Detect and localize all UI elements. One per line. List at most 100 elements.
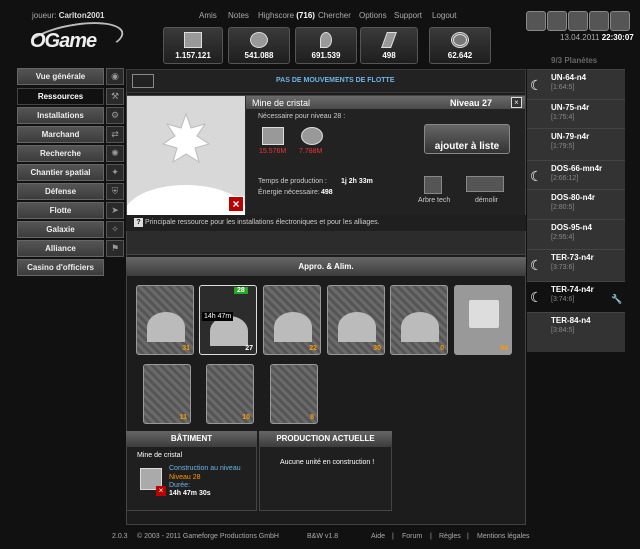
sidebar-item-fleet[interactable]: Flotte (17, 202, 104, 219)
footer-link-forum[interactable]: Forum (402, 533, 422, 540)
demolish-icon[interactable] (466, 176, 504, 192)
planet-coords: [3:74:6] (551, 296, 575, 303)
footer-copyright: © 2003 - 2011 Gameforge Productions GmbH (137, 533, 279, 540)
help-icon[interactable]: ? (134, 218, 143, 227)
production-empty: Aucune unité en construction ! (280, 459, 375, 466)
footer-link-legal[interactable]: Mentions légales (477, 533, 530, 540)
resource-energy[interactable]: 498 (360, 27, 418, 64)
energy-value: 498 (321, 189, 333, 196)
planet-name: UN-75-n4r (551, 103, 590, 112)
darkmatter-value: 62.642 (447, 51, 473, 60)
alliance-icon[interactable]: ⚑ (106, 240, 124, 257)
galaxy-icon[interactable]: ✧ (106, 221, 124, 238)
crystal-value: 541.088 (244, 51, 274, 60)
link-notes[interactable]: Notes (228, 11, 249, 20)
geologist-icon[interactable] (589, 11, 609, 31)
storage-tile-crystal[interactable]: 10 (206, 364, 254, 424)
storage-level: 11 (179, 414, 187, 421)
sidebar-item-facilities[interactable]: Installations (17, 107, 104, 124)
link-search[interactable]: Chercher (318, 11, 351, 20)
add-to-list-button[interactable]: ajouter à liste (424, 124, 510, 154)
metal-cost: 15.576M (259, 148, 287, 155)
research-icon[interactable]: ✺ (106, 145, 124, 162)
resource-metal[interactable]: 1.157.121 (163, 27, 223, 64)
building-tile-deuterium[interactable]: 22 (263, 285, 321, 355)
link-support[interactable]: Support (394, 11, 422, 20)
planet-name: DOS-80-n4r (551, 193, 596, 202)
resource-crystal[interactable]: 541.088 (228, 27, 290, 64)
building-level: 94 (500, 345, 508, 352)
building-tile-solar-satellite[interactable]: 94 (454, 285, 512, 355)
planet-item[interactable]: TER-84-n4 [3:84:5] (527, 312, 625, 352)
building-tile-solar-plant[interactable]: 30 (327, 285, 385, 355)
defense-icon[interactable]: ⛨ (106, 183, 124, 200)
player-name: Carlton2001 (58, 11, 105, 20)
sidebar-item-casino[interactable]: Casino d'officiers (17, 259, 104, 276)
sidebar-item-overview[interactable]: Vue générale (17, 68, 104, 85)
highscore-rank: (716) (296, 11, 315, 20)
resource-darkmatter[interactable]: 62.642 (429, 27, 491, 64)
link-options[interactable]: Options (359, 11, 387, 20)
shipyard-icon[interactable]: ✦ (106, 164, 124, 181)
moon-icon[interactable]: ☾ (530, 257, 543, 274)
moon-icon[interactable]: ☾ (530, 289, 543, 306)
footer-skin: B&W v1.8 (307, 533, 339, 540)
building-tile-crystal-mine[interactable]: 28 14h 47m 27 (199, 285, 257, 355)
storage-tile-deuterium[interactable]: 8 (270, 364, 318, 424)
highscore-label: Highscore (258, 11, 295, 20)
sidebar-item-resources[interactable]: Ressources (17, 88, 104, 105)
planet-name: UN-64-n4 (551, 73, 587, 82)
section-title: Appro. & Alim. (126, 257, 526, 276)
engineer-icon[interactable] (568, 11, 588, 31)
fleet-icon[interactable]: ➤ (106, 202, 124, 219)
building-level: 27 (245, 345, 253, 352)
cancel-build-icon[interactable]: × (228, 196, 244, 212)
deuterium-icon (320, 32, 332, 48)
duration-label: Durée: (169, 482, 191, 489)
solar-plant-icon (338, 312, 376, 342)
merchant-icon[interactable]: ⇄ (106, 126, 124, 143)
resources-icon[interactable]: ⚒ (106, 88, 124, 105)
duration-value: 14h 47m 30s (169, 490, 211, 497)
deuterium-synth-icon (274, 312, 312, 342)
resource-deuterium[interactable]: 691.539 (295, 27, 357, 64)
tech-tree-label: Arbre tech (418, 197, 451, 204)
sidebar-item-research[interactable]: Recherche (17, 145, 104, 162)
sidebar-item-merchant[interactable]: Marchand (17, 126, 104, 143)
facilities-icon[interactable]: ⚙ (106, 107, 124, 124)
building-tile-metal-mine[interactable]: 31 (136, 285, 194, 355)
building-level: 31 (182, 345, 190, 352)
storage-level: 8 (310, 414, 314, 421)
storage-level: 10 (242, 414, 250, 421)
admiral-icon[interactable] (547, 11, 567, 31)
moon-icon[interactable]: ☾ (530, 168, 543, 185)
technocrat-icon[interactable] (610, 11, 630, 31)
sidebar-item-galaxy[interactable]: Galaxie (17, 221, 104, 238)
server-datetime: 13.04.2011 22:30:07 (560, 33, 634, 42)
production-time: 1j 2h 33m (341, 178, 373, 185)
building-level: 22 (309, 345, 317, 352)
moon-icon[interactable]: ☾ (530, 77, 543, 94)
commander-icon[interactable] (526, 11, 546, 31)
planet-name: DOS-66-mn4r (551, 164, 603, 173)
sidebar-item-defense[interactable]: Défense (17, 183, 104, 200)
sidebar-item-shipyard[interactable]: Chantier spatial (17, 164, 104, 181)
link-highscore[interactable]: Highscore (716) (258, 11, 315, 20)
link-friends[interactable]: Amis (199, 11, 217, 20)
tech-tree-icon[interactable] (424, 176, 442, 194)
crystal-cost-icon (301, 127, 323, 145)
planet-coords: [3:73:6] (551, 264, 575, 271)
close-icon[interactable]: × (511, 97, 522, 108)
overview-icon[interactable]: ◉ (106, 68, 124, 85)
storage-tile-metal[interactable]: 11 (143, 364, 191, 424)
footer-link-help[interactable]: Aide (371, 533, 385, 540)
link-logout[interactable]: Logout (432, 11, 456, 20)
mail-icon[interactable] (132, 74, 154, 88)
sidebar-item-alliance[interactable]: Alliance (17, 240, 104, 257)
building-tile-fusion-plant[interactable]: 0 (390, 285, 448, 355)
cancel-queue-icon[interactable]: × (156, 486, 166, 496)
deuterium-value: 691.539 (311, 51, 341, 60)
footer-link-rules[interactable]: Règles (439, 533, 461, 540)
build-timer: 14h 47m (202, 312, 234, 321)
production-time-label: Temps de production : (258, 178, 327, 185)
